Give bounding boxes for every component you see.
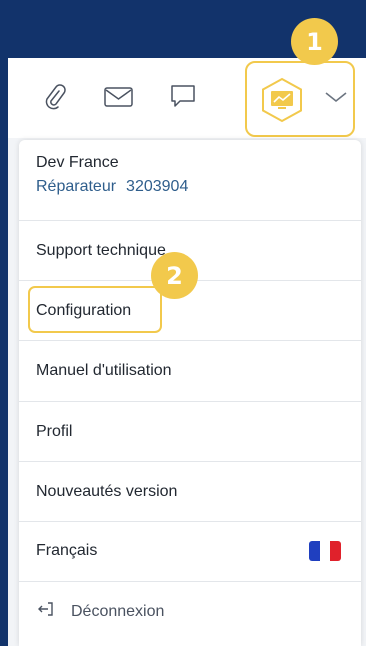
divider xyxy=(19,461,361,462)
logout-label: Déconnexion xyxy=(71,602,165,620)
user-dropdown-menu: Dev France Réparateur 3203904 Support tec… xyxy=(19,140,361,646)
user-role: Réparateur 3203904 xyxy=(36,178,188,196)
divider xyxy=(19,220,361,221)
callout-step-2: 2 xyxy=(151,252,198,299)
user-name: Dev France xyxy=(36,154,119,171)
paperclip-icon[interactable] xyxy=(40,82,70,112)
menu-item-language[interactable]: Français xyxy=(36,542,97,560)
chevron-down-icon xyxy=(324,90,348,109)
menu-item-support[interactable]: Support technique xyxy=(36,242,166,260)
divider xyxy=(19,340,361,341)
menu-item-configuration[interactable]: Configuration xyxy=(36,302,131,320)
monitor-chart-icon xyxy=(259,77,305,123)
mail-icon[interactable] xyxy=(104,82,134,112)
divider xyxy=(19,581,361,582)
french-flag-icon[interactable] xyxy=(309,541,341,561)
user-role-label: Réparateur xyxy=(36,178,117,195)
divider xyxy=(19,521,361,522)
callout-step-1: 1 xyxy=(291,18,338,65)
logout-button[interactable]: Déconnexion xyxy=(37,600,164,623)
menu-item-news[interactable]: Nouveautés version xyxy=(36,483,177,501)
menu-item-manual[interactable]: Manuel d'utilisation xyxy=(36,362,172,380)
user-menu-button[interactable] xyxy=(245,61,355,137)
logout-icon xyxy=(37,600,55,623)
user-id: 3203904 xyxy=(126,178,189,195)
chat-icon[interactable] xyxy=(168,82,198,112)
divider xyxy=(19,401,361,402)
menu-item-profile[interactable]: Profil xyxy=(36,423,72,441)
user-info: Dev France Réparateur 3203904 xyxy=(36,154,188,196)
